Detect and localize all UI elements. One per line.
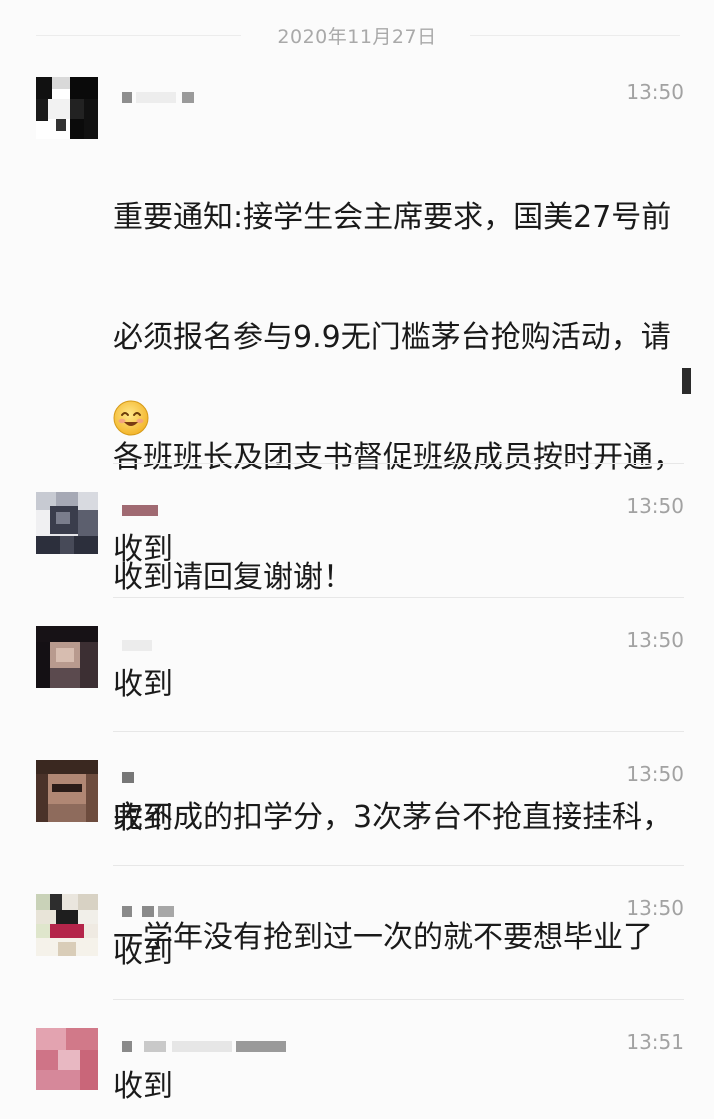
avatar-image [36, 492, 98, 554]
watermark-mark [682, 368, 691, 394]
message-divider [113, 597, 684, 598]
message-text[interactable]: 收到 [113, 1067, 698, 1107]
avatar-image [36, 760, 98, 822]
message-line: 重要通知:接学生会主席要求，国美27号前 [113, 200, 672, 235]
avatar-image [36, 894, 98, 956]
message-time: 13:50 [626, 494, 684, 518]
avatar[interactable] [36, 894, 98, 956]
date-divider-right [470, 35, 680, 36]
avatar[interactable] [36, 1028, 98, 1090]
smiling-face-emoji-icon [113, 400, 149, 436]
chat-page: 2020年11月27日 13:50 重要通知:接学生会主席要求，国美27号前 必… [0, 0, 714, 1119]
avatar-image [36, 1028, 98, 1090]
avatar[interactable] [36, 492, 98, 554]
avatar-image [36, 626, 98, 688]
message-line: 各班班长及团支书督促班级成员按时开通， [113, 440, 683, 475]
message-text[interactable]: 收到 [113, 933, 698, 973]
message-time: 13:50 [626, 80, 684, 104]
date-separator: 2020年11月27日 [0, 18, 714, 52]
message-time: 13:50 [626, 628, 684, 652]
message-time: 13:50 [626, 896, 684, 920]
message-time: 13:51 [626, 1030, 684, 1054]
message-text[interactable]: 收到 [113, 665, 698, 705]
message-divider [113, 865, 684, 866]
message-divider [113, 731, 684, 732]
avatar[interactable] [36, 77, 98, 139]
message-text[interactable]: 收到 [113, 799, 698, 839]
message-time: 13:50 [626, 762, 684, 786]
message-text[interactable]: 重要通知:接学生会主席要求，国美27号前 必须报名参与9.9无门槛茅台抢购活动，… [113, 118, 698, 1038]
message-text[interactable]: 收到 [113, 530, 698, 570]
avatar[interactable] [36, 760, 98, 822]
message-divider [113, 999, 684, 1000]
message-line: 必须报名参与9.9无门槛茅台抢购活动，请 [113, 320, 671, 355]
avatar[interactable] [36, 626, 98, 688]
avatar-image [36, 77, 98, 139]
message-divider [113, 463, 684, 464]
